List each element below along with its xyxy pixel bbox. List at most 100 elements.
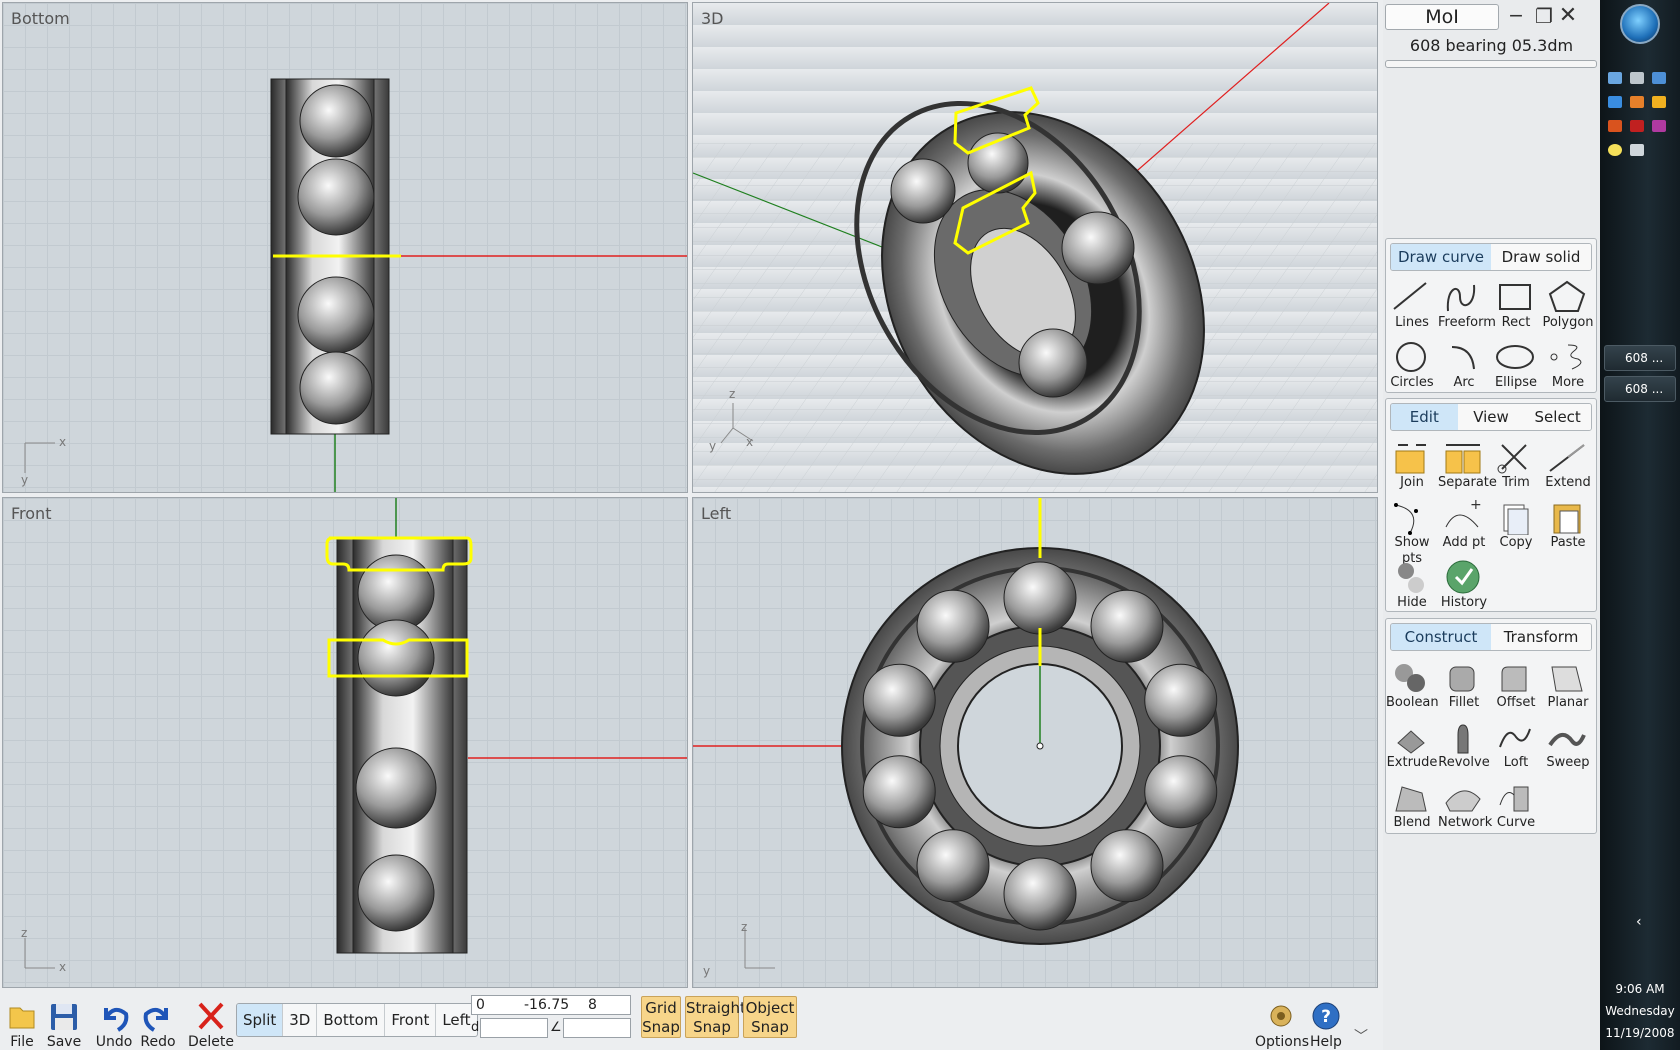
distance-input[interactable]	[480, 1018, 548, 1038]
draw-panel: Draw curve Draw solid Lines Freeform Rect P…	[1385, 238, 1597, 393]
tab-front[interactable]: Front	[385, 1004, 437, 1036]
network-icon	[1445, 790, 1481, 812]
angle-label: ∠	[550, 1020, 562, 1035]
tool-label: Separate	[1438, 475, 1497, 490]
calculator-icon[interactable]	[1630, 72, 1644, 84]
media-icon[interactable]	[1652, 96, 1666, 108]
tab-construct[interactable]: Construct	[1391, 624, 1491, 650]
construct-curve-button[interactable]: Curve	[1490, 775, 1542, 835]
file-button[interactable]: File	[0, 990, 44, 1050]
construct-network-button[interactable]: Network	[1438, 775, 1492, 835]
sweep-icon	[1548, 733, 1586, 747]
object-snap-button[interactable]: Object Snap	[743, 996, 797, 1038]
app-icon[interactable]	[1652, 120, 1666, 132]
axis-y-label: y	[21, 473, 29, 487]
save-label: Save	[46, 1034, 82, 1050]
edit-hide-button[interactable]: Hide	[1386, 555, 1438, 615]
redo-icon	[143, 1007, 168, 1032]
edit-add-pt-button[interactable]: + Add pt	[1438, 495, 1490, 555]
viewport-left[interactable]: Left z y	[692, 497, 1378, 988]
collapse-chevron-icon[interactable]: ﹀	[1354, 1026, 1368, 1046]
help-button[interactable]: ? Help	[1305, 990, 1347, 1050]
tab-split[interactable]: Split	[237, 1004, 284, 1036]
tab-transform[interactable]: Transform	[1491, 624, 1591, 650]
edit-separate-button[interactable]: Separate	[1438, 435, 1497, 495]
angle-input[interactable]	[563, 1018, 631, 1038]
viewport-3d[interactable]: 3D z y x	[692, 2, 1378, 493]
save-button[interactable]: Save	[42, 990, 86, 1050]
app-icon[interactable]	[1630, 120, 1644, 132]
options-button[interactable]: Options	[1255, 990, 1309, 1050]
draw-ellipse-button[interactable]: Ellipse	[1490, 335, 1542, 395]
delete-button[interactable]: Delete	[188, 990, 234, 1050]
more-icon	[1550, 344, 1582, 370]
blend-icon	[1395, 786, 1427, 812]
construct-panel: Construct Transform Boolean Fillet Offset P…	[1385, 618, 1597, 834]
start-orb-icon[interactable]	[1620, 4, 1660, 44]
rect-icon	[1499, 284, 1531, 310]
edit-trim-button[interactable]: Trim	[1490, 435, 1542, 495]
straight-snap-label-line2: Snap	[693, 1018, 731, 1036]
tab-select[interactable]: Select	[1524, 404, 1591, 430]
show-desktop-icon[interactable]	[1608, 72, 1622, 84]
help-icon: ?	[1312, 1002, 1340, 1030]
redo-label: Redo	[140, 1034, 176, 1050]
draw-arc-button[interactable]: Arc	[1438, 335, 1490, 395]
construct-revolve-button[interactable]: Revolve	[1438, 715, 1490, 775]
construct-sweep-button[interactable]: Sweep	[1542, 715, 1594, 775]
ie-icon[interactable]	[1608, 96, 1622, 108]
viewport-bottom[interactable]: Bottom x y	[2, 2, 688, 493]
undo-button[interactable]: Undo	[92, 990, 136, 1050]
firefox-icon[interactable]	[1630, 96, 1644, 108]
construct-extrude-button[interactable]: Extrude	[1386, 715, 1438, 775]
straight-snap-button[interactable]: Straight Snap	[685, 996, 746, 1038]
freeform-icon	[1446, 284, 1476, 312]
tab-view[interactable]: View	[1457, 404, 1525, 430]
tab-bottom[interactable]: Bottom	[317, 1004, 386, 1036]
window-icon[interactable]	[1630, 144, 1644, 156]
coordinate-input[interactable]: 0 -16.75 8	[471, 995, 631, 1015]
undo-label: Undo	[95, 1034, 133, 1050]
construct-blend-button[interactable]: Blend	[1386, 775, 1438, 835]
tool-label: Trim	[1502, 475, 1530, 490]
tab-draw-curve[interactable]: Draw curve	[1391, 244, 1491, 270]
draw-polygon-button[interactable]: Polygon	[1542, 275, 1594, 335]
edit-paste-button[interactable]: Paste	[1542, 495, 1594, 555]
construct-boolean-button[interactable]: Boolean	[1386, 655, 1439, 715]
draw-more-button[interactable]: More	[1542, 335, 1594, 395]
app-icon[interactable]	[1608, 120, 1622, 132]
edit-history-button[interactable]: History	[1438, 555, 1490, 615]
tab-edit[interactable]: Edit	[1391, 404, 1458, 430]
close-icon[interactable]: ✕	[1555, 4, 1581, 30]
svg-text:+: +	[1470, 497, 1482, 513]
draw-rect-button[interactable]: Rect	[1490, 275, 1542, 335]
axis-x-label: x	[59, 960, 67, 974]
edit-show-pts-button[interactable]: Show pts	[1386, 495, 1438, 566]
draw-circles-button[interactable]: Circles	[1386, 335, 1438, 395]
taskbar-item[interactable]: 608 ...	[1604, 376, 1676, 402]
grid-snap-button[interactable]: Grid Snap	[641, 996, 681, 1038]
tab-draw-solid[interactable]: Draw solid	[1491, 244, 1591, 270]
draw-lines-button[interactable]: Lines	[1386, 275, 1438, 335]
construct-planar-button[interactable]: Planar	[1542, 655, 1594, 715]
tool-label: Copy	[1499, 535, 1533, 550]
edit-extend-button[interactable]: Extend	[1542, 435, 1594, 495]
app-title: MoI	[1385, 4, 1499, 30]
taskbar-item[interactable]: 608 ...	[1604, 345, 1676, 371]
chevron-left-icon[interactable]: ‹	[1636, 914, 1642, 930]
network-icon[interactable]	[1652, 72, 1666, 84]
construct-offset-button[interactable]: Offset	[1490, 655, 1542, 715]
edit-copy-button[interactable]: Copy	[1490, 495, 1542, 555]
tab-3d[interactable]: 3D	[283, 1004, 318, 1036]
construct-loft-button[interactable]: Loft	[1490, 715, 1542, 775]
construct-fillet-button[interactable]: Fillet	[1438, 655, 1490, 715]
side-panel: MoI ‒ ❐ ✕ 608 bearing 05.3dm Draw curve …	[1383, 0, 1600, 1050]
draw-freeform-button[interactable]: Freeform	[1438, 275, 1496, 335]
windows-taskbar: 608 ... 608 ... ‹ 9:06 AM Wednesday 11/1…	[1600, 0, 1680, 1050]
redo-button[interactable]: Redo	[136, 990, 180, 1050]
bulb-icon[interactable]	[1608, 144, 1622, 156]
restore-icon[interactable]: ❐	[1531, 4, 1557, 30]
edit-join-button[interactable]: Join	[1386, 435, 1438, 495]
viewport-front[interactable]: Front z x	[2, 497, 688, 988]
minimize-icon[interactable]: ‒	[1503, 4, 1529, 30]
